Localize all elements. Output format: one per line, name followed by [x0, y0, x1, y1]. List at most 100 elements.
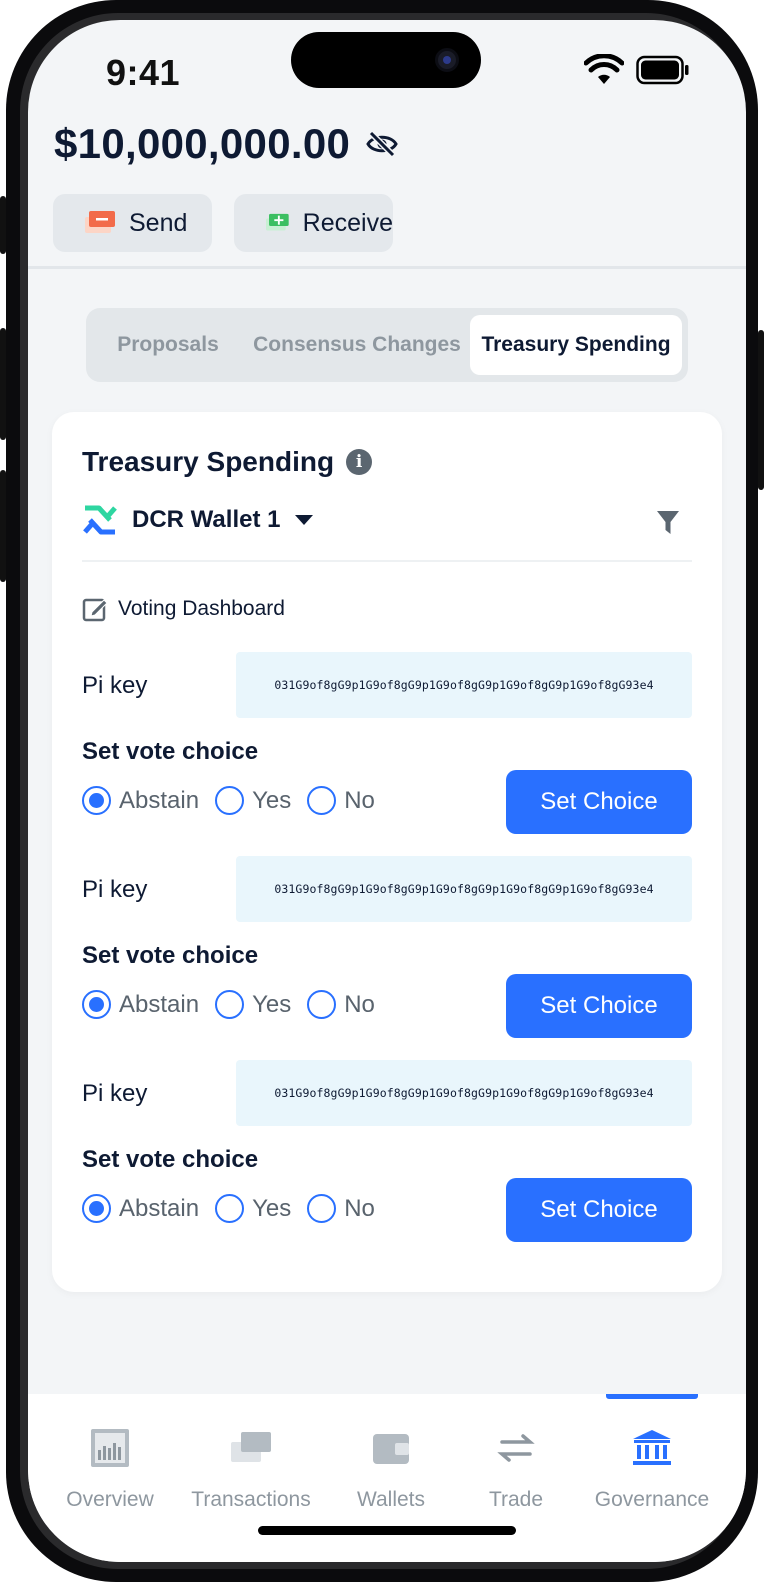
card-title-text: Treasury Spending: [82, 446, 335, 477]
radio-yes[interactable]: Yes: [215, 1194, 291, 1223]
set-choice-button[interactable]: Set Choice: [506, 974, 692, 1038]
bank-icon: [633, 1430, 671, 1465]
phone-frame: 9:41 $10,000,000.00 Send Receive Proposa…: [0, 0, 764, 1582]
nav-active-indicator: [606, 1394, 698, 1399]
status-time: 9:41: [106, 52, 181, 93]
radio-label: No: [344, 786, 375, 814]
voting-dashboard-label: Voting Dashboard: [118, 597, 285, 620]
vote-block: Pi key 031G9of8gG9p1G9of8gG9p1G9of8gG9p1…: [82, 1060, 692, 1250]
dynamic-island: [291, 32, 481, 88]
nav-label: Wallets: [356, 1488, 426, 1511]
balance-amount: $10,000,000.00: [54, 120, 351, 167]
power-button: [758, 330, 764, 490]
pi-key-label: Pi key: [82, 672, 148, 699]
radio-label: No: [344, 1194, 375, 1222]
tab-treasury-spending[interactable]: Treasury Spending: [470, 315, 682, 375]
set-choice-button[interactable]: Set Choice: [506, 1178, 692, 1242]
vote-choice-title: Set vote choice: [82, 942, 259, 969]
radio-checked-icon: [82, 1194, 111, 1223]
status-icons: [584, 54, 690, 86]
radio-label: Abstain: [119, 990, 200, 1018]
vote-choice-title: Set vote choice: [82, 738, 259, 765]
radio-no[interactable]: No: [307, 990, 375, 1019]
pi-key-value: 031G9of8gG9p1G9of8gG9p1G9of8gG9p1G9of8gG…: [236, 1060, 692, 1126]
nav-label: Transactions: [191, 1488, 311, 1511]
vote-block: Pi key 031G9of8gG9p1G9of8gG9p1G9of8gG9p1…: [82, 652, 692, 842]
radio-unchecked-icon: [215, 1194, 245, 1223]
wallet-icon: [373, 1434, 409, 1464]
vote-options: Abstain Yes No: [82, 1194, 391, 1223]
caret-down-icon: [295, 515, 314, 525]
radio-abstain[interactable]: Abstain: [82, 990, 199, 1019]
vote-choice-title: Set vote choice: [82, 1146, 259, 1173]
wallet-selector[interactable]: DCR Wallet 1: [82, 504, 314, 536]
nav-overview[interactable]: Overview: [64, 1428, 156, 1512]
send-button[interactable]: Send: [53, 194, 212, 252]
radio-yes[interactable]: Yes: [215, 786, 291, 815]
nav-trade[interactable]: Trade: [478, 1428, 554, 1512]
vote-options: Abstain Yes No: [82, 786, 391, 815]
header-divider: [28, 266, 746, 269]
radio-label: Abstain: [119, 1194, 200, 1222]
vote-block: Pi key 031G9of8gG9p1G9of8gG9p1G9of8gG9p1…: [82, 856, 692, 1046]
filter-icon[interactable]: [656, 510, 680, 536]
radio-label: Yes: [252, 990, 292, 1018]
volume-down-button: [0, 470, 6, 582]
card-divider: [82, 560, 692, 562]
radio-no[interactable]: No: [307, 786, 375, 815]
vote-options: Abstain Yes No: [82, 990, 391, 1019]
battery-icon: [636, 55, 689, 85]
card-title: Treasury Spending i: [82, 446, 373, 478]
receive-icon: [266, 213, 289, 231]
radio-label: No: [344, 990, 375, 1018]
radio-label: Yes: [252, 1194, 292, 1222]
action-button: [0, 196, 6, 254]
wifi-icon: [584, 54, 624, 84]
radio-unchecked-icon: [307, 786, 337, 815]
pi-key-value: 031G9of8gG9p1G9of8gG9p1G9of8gG9p1G9of8gG…: [236, 652, 692, 718]
info-icon[interactable]: i: [346, 449, 373, 475]
pi-key-label: Pi key: [82, 1080, 148, 1107]
nav-label: Governance: [594, 1488, 710, 1511]
tab-consensus-changes[interactable]: Consensus Changes: [244, 315, 470, 375]
radio-label: Yes: [252, 786, 292, 814]
receive-button[interactable]: Receive: [234, 194, 393, 252]
cards-icon: [231, 1432, 271, 1462]
set-choice-button[interactable]: Set Choice: [506, 770, 692, 834]
screen: 9:41 $10,000,000.00 Send Receive Proposa…: [28, 20, 746, 1562]
pi-key-value: 031G9of8gG9p1G9of8gG9p1G9of8gG9p1G9of8gG…: [236, 856, 692, 922]
nav-label: Overview: [66, 1488, 154, 1511]
governance-tabs: Proposals Consensus Changes Treasury Spe…: [86, 308, 688, 382]
send-label: Send: [129, 208, 188, 237]
receive-label: Receive: [302, 208, 393, 237]
tab-proposals[interactable]: Proposals: [92, 315, 244, 375]
radio-unchecked-icon: [215, 990, 245, 1019]
nav-governance[interactable]: Governance: [588, 1428, 716, 1512]
balance-row: $10,000,000.00: [54, 120, 398, 168]
camera-icon: [435, 48, 459, 72]
volume-up-button: [0, 328, 6, 440]
radio-yes[interactable]: Yes: [215, 990, 291, 1019]
radio-checked-icon: [82, 786, 111, 815]
nav-label: Trade: [488, 1488, 544, 1511]
treasury-card: Treasury Spending i DCR Wallet 1 Voting …: [52, 412, 722, 1292]
dcr-logo-icon: [83, 505, 117, 535]
radio-label: Abstain: [119, 786, 200, 814]
bottom-nav: Overview Transactions Wallets Trade Gove…: [28, 1394, 746, 1562]
radio-abstain[interactable]: Abstain: [82, 786, 199, 815]
radio-unchecked-icon: [307, 990, 337, 1019]
nav-wallets[interactable]: Wallets: [348, 1428, 434, 1512]
nav-transactions[interactable]: Transactions: [188, 1428, 314, 1512]
wallet-name: DCR Wallet 1: [132, 506, 281, 533]
radio-abstain[interactable]: Abstain: [82, 1194, 199, 1223]
swap-icon: [497, 1434, 535, 1462]
radio-unchecked-icon: [307, 1194, 337, 1223]
radio-no[interactable]: No: [307, 1194, 375, 1223]
chart-icon: [91, 1429, 129, 1467]
voting-dashboard-link[interactable]: Voting Dashboard: [82, 596, 285, 622]
home-indicator: [258, 1526, 516, 1535]
radio-unchecked-icon: [215, 786, 245, 815]
pi-key-label: Pi key: [82, 876, 148, 903]
radio-checked-icon: [82, 990, 111, 1019]
eye-slash-icon[interactable]: [366, 130, 398, 158]
